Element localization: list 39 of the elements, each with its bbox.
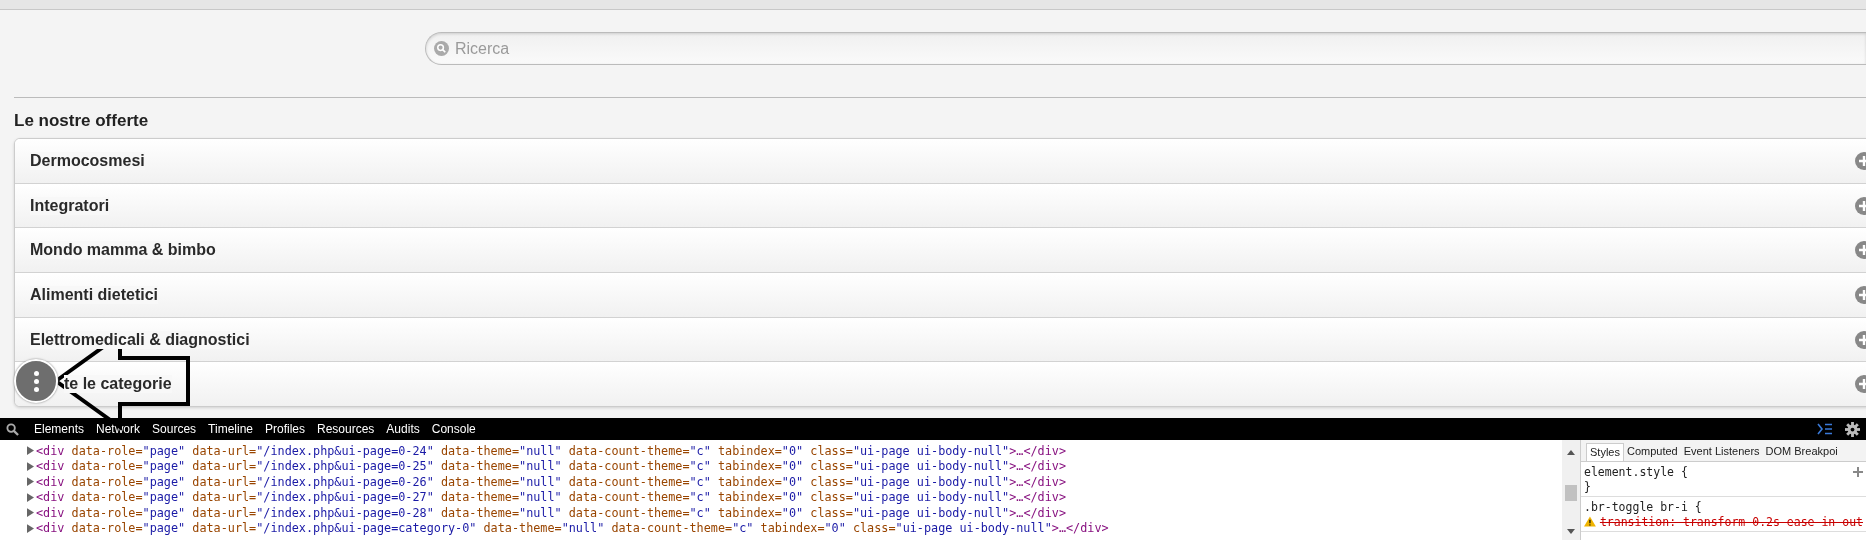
category-item[interactable]: Mondo mamma & bimbo [15, 227, 1866, 273]
devtools-tab[interactable]: Console [430, 422, 477, 436]
search-field[interactable]: Ricerca [425, 32, 1866, 65]
styles-tab[interactable]: Computed [1623, 443, 1681, 461]
settings-icon[interactable] [1845, 421, 1860, 437]
category-item[interactable]: te le categorie [15, 361, 1866, 407]
styles-tab[interactable]: Styles [1586, 443, 1624, 461]
scroll-thumb[interactable] [1565, 485, 1577, 501]
code-line: <div data-role="page" data-url="/index.php&ui-page=0-26" data-theme="null" data-count-theme="c" tabindex="0" class="ui-page ui-body-null">…</div> [36, 474, 1066, 489]
styles-tab[interactable]: Event Listeners [1680, 443, 1763, 461]
css-brace: } [1584, 479, 1592, 494]
scroll-down-icon[interactable] [1567, 529, 1575, 534]
category-item[interactable]: Dermocosmesi [15, 139, 1866, 183]
devtools-tab[interactable]: Elements [33, 422, 86, 436]
category-item[interactable]: Alimenti dietetici [15, 272, 1866, 317]
devtools-tab[interactable]: Network [95, 422, 142, 436]
add-icon[interactable] [1853, 466, 1863, 477]
code-line: <div data-role="page" data-url="/index.php&ui-page=0-25" data-theme="null" data-count-theme="c" tabindex="0" class="ui-page ui-body-null">…</div> [36, 459, 1066, 474]
code-line: <div data-role="page" data-url="/index.php&ui-page=0-27" data-theme="null" data-count-theme="c" tabindex="0" class="ui-page ui-body-null">…</div> [36, 490, 1066, 505]
warning-icon [1584, 516, 1596, 527]
scroll-up-icon[interactable] [1567, 450, 1575, 455]
section-heading: Le nostre offerte [14, 111, 150, 132]
devtools-tab[interactable]: Profiles [264, 422, 306, 436]
code-line: <div data-role="page" data-url="/index.php&ui-page=0-28" data-theme="null" data-count-theme="c" tabindex="0" class="ui-page ui-body-null">…</div> [36, 505, 1066, 520]
css-selector: element.style { [1584, 464, 1688, 479]
code-line: <div data-role="page" data-url="/index.php&ui-page=category-0" data-theme="null" data-count-theme="c" tabindex="0" class="ui-page ui-body-null">…</div> [36, 521, 1109, 536]
css-selector: .br-toggle br-i { [1584, 499, 1702, 514]
devtools-tab[interactable]: Sources [151, 422, 198, 436]
css-declaration: transition: transform 0.2s ease-in-out [1599, 514, 1863, 529]
styles-tab[interactable]: DOM Breakpoi [1762, 443, 1841, 461]
scrollbar[interactable] [1562, 440, 1580, 540]
devtools-tab[interactable]: Timeline [207, 422, 254, 436]
devtools-tab[interactable]: Resources [316, 422, 376, 436]
devtools-tab[interactable]: Audits [385, 422, 421, 436]
category-item[interactable]: Integratori [15, 182, 1866, 228]
search-icon[interactable] [6, 422, 19, 436]
category-item[interactable]: Elettromedicali & diagnostici [15, 316, 1866, 362]
code-line: <div data-role="page" data-url="/index.php&ui-page=0-24" data-theme="null" data-count-theme="c" tabindex="0" class="ui-page ui-body-null">…</div> [36, 443, 1066, 458]
console-drawer-icon[interactable] [1817, 423, 1833, 435]
